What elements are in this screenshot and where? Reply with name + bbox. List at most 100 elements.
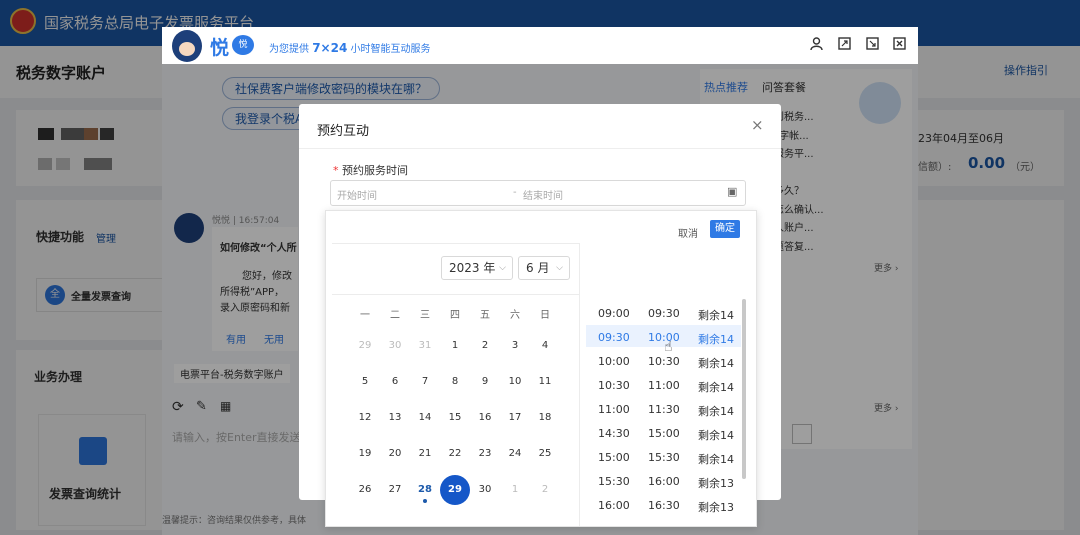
chevron-down-icon: ⌵: [499, 263, 506, 273]
calendar-day[interactable]: 23: [470, 446, 500, 462]
calendar-day[interactable]: 5: [350, 374, 380, 390]
slot-end-time: 11:30: [648, 403, 680, 416]
time-slot-row[interactable]: 15:00 15:30 剩余14: [598, 451, 738, 469]
slot-remaining: 剩余13: [698, 501, 734, 514]
calendar-day[interactable]: 21: [410, 446, 440, 462]
calendar-day: 29: [358, 340, 372, 351]
calendar-day[interactable]: 20: [380, 446, 410, 462]
time-range-input[interactable]: 开始时间 - 结束时间 ▣: [330, 180, 746, 206]
calendar-day[interactable]: 17: [500, 410, 530, 426]
slot-start-time: 16:00: [598, 499, 630, 512]
calendar-day[interactable]: 24: [500, 446, 530, 462]
calendar-day[interactable]: 25: [530, 446, 560, 462]
slot-remaining: 剩余14: [698, 453, 734, 466]
calendar-day[interactable]: 30: [470, 482, 500, 498]
chevron-down-icon: ⌵: [556, 263, 563, 273]
slot-remaining: 剩余14: [698, 429, 734, 442]
slot-start-time: 15:30: [598, 475, 630, 488]
today-dot-icon: [423, 499, 427, 503]
calendar-day[interactable]: 16: [470, 410, 500, 426]
brand-badge-icon: 悦: [232, 35, 254, 55]
slot-remaining: 剩余14: [698, 405, 734, 418]
slot-start-time: 11:00: [598, 403, 630, 416]
month-select[interactable]: 6 月 ⌵: [518, 256, 570, 280]
slot-start-time: 14:30: [598, 427, 630, 440]
slot-remaining: 剩余14: [698, 381, 734, 394]
calendar-day[interactable]: 11: [530, 374, 560, 390]
calendar-day: 30: [388, 340, 402, 351]
calendar-panel: 2023 年 ⌵ 6 月 ⌵ 一二三四五六日 29 30 31 1 2 3 4 5 6 7 8 9 10 11…: [332, 243, 580, 526]
calendar-day[interactable]: 27: [380, 482, 410, 498]
time-slot-row[interactable]: 10:30 11:00 剩余14: [598, 379, 738, 397]
service-time-label: * 预约服务时间: [333, 162, 408, 178]
slot-remaining: 剩余14: [698, 357, 734, 370]
calendar-day[interactable]: 12: [350, 410, 380, 426]
calendar-day[interactable]: 3: [500, 338, 530, 354]
modal-divider: [299, 148, 781, 149]
slot-remaining: 剩余14: [698, 333, 734, 346]
calendar-day[interactable]: 7: [410, 374, 440, 390]
calendar-day[interactable]: 6: [380, 374, 410, 390]
brand-mark: 悦: [210, 37, 230, 59]
close-window-icon[interactable]: [893, 37, 906, 50]
calendar-day: 2: [541, 484, 549, 495]
user-icon[interactable]: [810, 37, 823, 51]
slot-end-time: 10:30: [648, 355, 680, 368]
calendar-day-today[interactable]: 28: [410, 482, 440, 498]
time-slot-row[interactable]: 09:00 09:30 剩余14: [598, 307, 738, 325]
slot-remaining: 剩余14: [698, 309, 734, 322]
tagline-suffix: 小时智能互动服务: [350, 44, 431, 55]
cursor-pointer-icon: ☝: [664, 339, 673, 355]
calendar-day[interactable]: 14: [410, 410, 440, 426]
time-slot-row[interactable]: 10:00 10:30 剩余14: [598, 355, 738, 373]
picker-cancel-button[interactable]: 取消: [678, 225, 698, 240]
service-time-text: 预约服务时间: [342, 164, 408, 177]
calendar-day[interactable]: 9: [470, 374, 500, 390]
slot-end-time: 16:00: [648, 475, 680, 488]
time-slot-row[interactable]: 15:30 16:00 剩余13: [598, 475, 738, 493]
start-time-placeholder[interactable]: 开始时间: [337, 187, 377, 202]
end-time-placeholder[interactable]: 结束时间: [523, 187, 563, 202]
time-slot-row[interactable]: 11:00 11:30 剩余14: [598, 403, 738, 421]
weekday-label: 一: [360, 310, 370, 321]
time-slot-row[interactable]: 14:30 15:00 剩余14: [598, 427, 738, 445]
slot-end-time: 11:00: [648, 379, 680, 392]
weekday-label: 二: [390, 310, 400, 321]
modal-close-icon[interactable]: ×: [751, 116, 764, 134]
chat-tagline: 为您提供 7×24 小时智能互动服务: [269, 40, 430, 55]
weekday-label: 四: [450, 310, 460, 321]
calendar-day[interactable]: 8: [440, 374, 470, 390]
picker-confirm-button[interactable]: 确定: [710, 220, 740, 238]
tagline-prefix: 为您提供: [269, 44, 309, 55]
slot-remaining: 剩余13: [698, 477, 734, 490]
datetime-picker: 取消 确定 2023 年 ⌵ 6 月 ⌵ 一二三四五六日 29 30 31 1 2 3 4 5 6 7…: [325, 210, 757, 527]
calendar-day[interactable]: 19: [350, 446, 380, 462]
calendar-day[interactable]: 15: [440, 410, 470, 426]
slot-scrollbar-thumb[interactable]: [742, 299, 746, 479]
calendar-day[interactable]: 4: [530, 338, 560, 354]
year-select[interactable]: 2023 年 ⌵: [441, 256, 513, 280]
slot-start-time: 09:30: [598, 331, 630, 344]
calendar-day[interactable]: 26: [350, 482, 380, 498]
slot-end-time: 16:30: [648, 499, 680, 512]
calendar-day[interactable]: 2: [470, 338, 500, 354]
calendar-day-selected[interactable]: 29: [440, 475, 470, 505]
calendar-day[interactable]: 22: [440, 446, 470, 462]
minimize-icon[interactable]: [866, 37, 879, 50]
calendar-day[interactable]: 18: [530, 410, 560, 426]
calendar-day[interactable]: 10: [500, 374, 530, 390]
slot-start-time: 15:00: [598, 451, 630, 464]
chat-header: 悦 悦 为您提供 7×24 小时智能互动服务: [162, 27, 918, 64]
calendar-icon[interactable]: ▣: [727, 185, 737, 198]
month-select-value: 6 月: [526, 261, 550, 275]
weekday-label: 日: [540, 310, 550, 321]
calendar-day: 31: [418, 340, 432, 351]
assistant-avatar: [172, 30, 202, 62]
expand-icon[interactable]: [838, 37, 851, 50]
slot-start-time: 10:30: [598, 379, 630, 392]
calendar-day[interactable]: 13: [380, 410, 410, 426]
slot-end-time: 15:30: [648, 451, 680, 464]
time-slot-row[interactable]: 16:00 16:30 剩余13: [598, 499, 738, 517]
range-separator: -: [513, 187, 517, 198]
calendar-day[interactable]: 1: [440, 338, 470, 354]
